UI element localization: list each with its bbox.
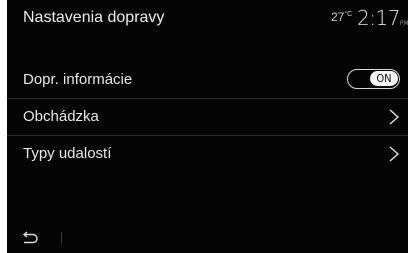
settings-list: Dopr. informácie ON Obchádzka Typy udalo… [7,62,408,172]
traffic-info-toggle[interactable]: ON [347,69,400,89]
temperature-unit: °C [344,11,353,18]
clock-suffix: PM [399,20,408,27]
clock-time: 2:17 [357,6,400,30]
page-title: Nastavenia dopravy [23,9,165,26]
back-arrow-icon[interactable] [21,231,39,245]
event-types-label: Typy udalostí [23,145,112,162]
chevron-right-icon [389,146,400,162]
header-bar: Nastavenia dopravy 27°C 2:17PM [7,0,408,38]
toggle-knob: ON [370,71,398,86]
detour-row[interactable]: Obchádzka [7,99,408,136]
detour-label: Obchádzka [23,108,99,125]
traffic-info-row[interactable]: Dopr. informácie ON [7,62,408,99]
temperature-readout: 27°C [331,10,352,24]
chevron-right-icon [389,109,400,125]
traffic-settings-screen: Nastavenia dopravy 27°C 2:17PM Dopr. inf… [7,0,408,253]
clock: 2:17PM [357,6,408,30]
footer-bar [7,228,408,253]
footer-divider [61,232,62,244]
traffic-info-label: Dopr. informácie [23,71,133,88]
temperature-value: 27 [331,10,345,24]
event-types-row[interactable]: Typy udalostí [7,136,408,172]
